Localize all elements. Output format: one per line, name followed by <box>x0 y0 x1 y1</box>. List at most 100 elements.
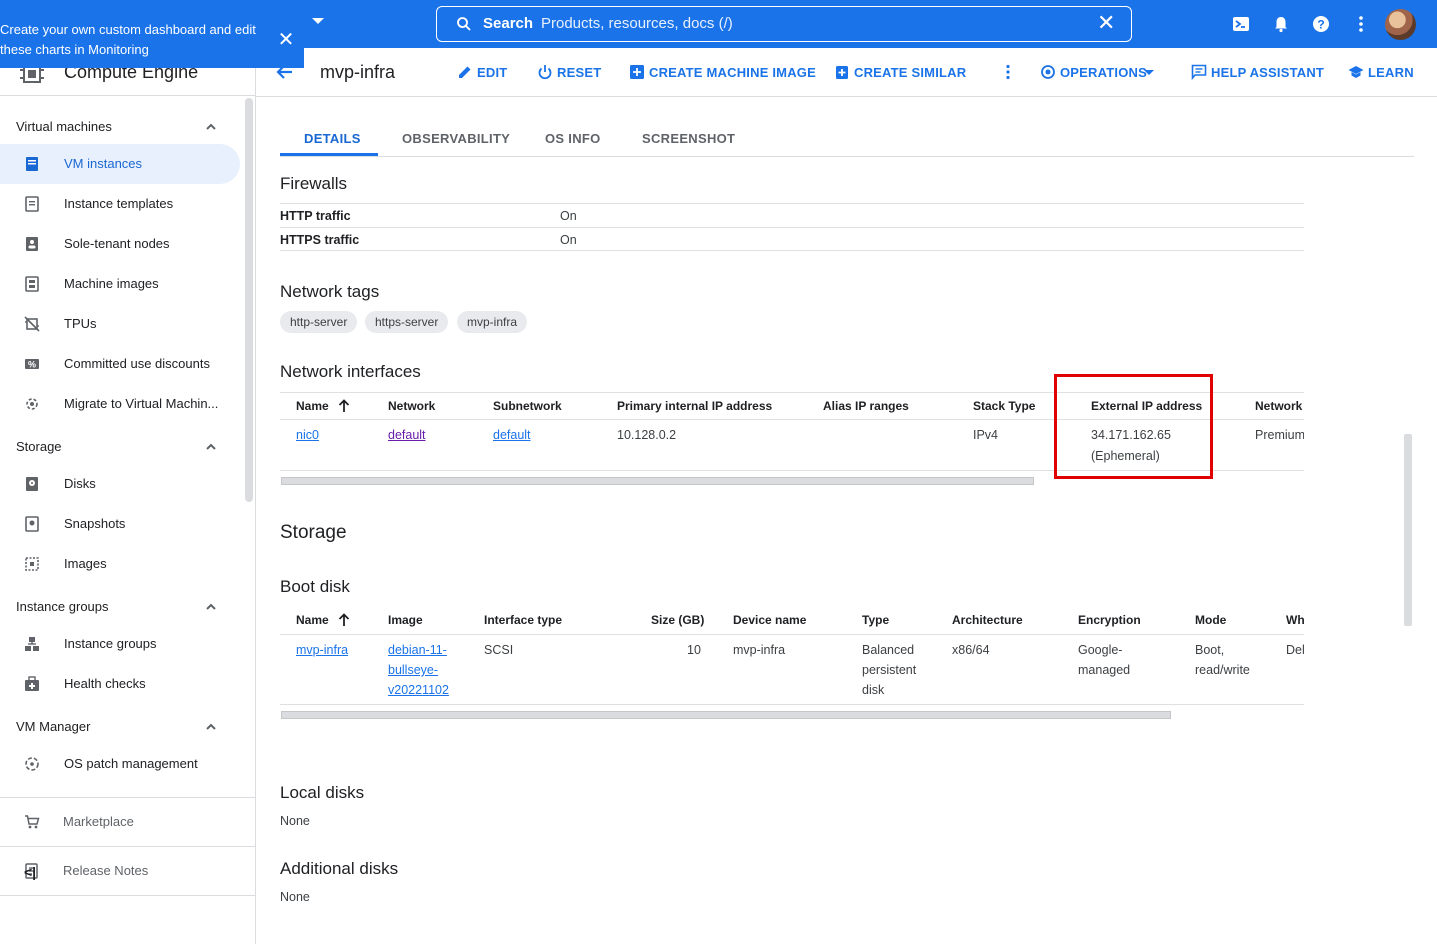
arrow-up-icon[interactable] <box>338 399 350 413</box>
sidebar-item-health-checks[interactable]: Health checks <box>0 664 240 704</box>
svg-text:%: % <box>28 360 36 370</box>
horizontal-scrollbar[interactable] <box>281 711 1171 719</box>
tooltip-text: Create your own custom dashboard and edi… <box>0 22 256 57</box>
sidebar-item-instance-groups[interactable]: Instance groups <box>0 624 240 664</box>
vertical-scrollbar[interactable] <box>1404 434 1412 626</box>
column-header-name[interactable]: Name <box>296 613 329 627</box>
sidebar-item-label: Disks <box>64 476 96 491</box>
operations-icon <box>1041 65 1055 79</box>
section-vm-manager[interactable]: VM Manager <box>16 719 90 734</box>
edit-button[interactable]: EDIT <box>457 64 517 82</box>
reset-label: RESET <box>557 65 602 80</box>
chevron-up-icon[interactable] <box>204 120 218 134</box>
help-assistant-button[interactable]: HELP ASSISTANT <box>1191 64 1324 82</box>
template-icon <box>25 196 39 212</box>
column-header-name[interactable]: Name <box>296 399 329 413</box>
create-similar-button[interactable]: CREATE SIMILAR <box>834 64 966 82</box>
learn-button[interactable]: LEARN <box>1348 64 1418 82</box>
sidebar-item-label: Instance templates <box>64 196 174 211</box>
sidebar-item-committed-use-discounts[interactable]: % Committed use discounts <box>0 344 240 384</box>
encryption-value: managed <box>1078 663 1131 677</box>
disk-name-link[interactable]: mvp-infra <box>296 640 348 660</box>
migrate-icon <box>26 398 38 410</box>
section-virtual-machines[interactable]: Virtual machines <box>16 119 112 134</box>
sidebar-item-migrate-to-vms[interactable]: Migrate to Virtual Machin... <box>0 384 240 424</box>
snapshot-icon <box>25 516 39 532</box>
section-storage[interactable]: Storage <box>16 439 62 454</box>
sidebar-item-vm-instances[interactable]: VM instances <box>0 144 240 184</box>
column-header-image: Image <box>388 613 423 627</box>
tab-os-info[interactable]: OS INFO <box>545 131 601 146</box>
sidebar-item-label: Health checks <box>64 676 146 691</box>
marketplace-link[interactable]: Marketplace <box>0 798 255 846</box>
close-icon[interactable]: ✕ <box>276 30 296 50</box>
nic-link[interactable]: nic0 <box>296 425 319 445</box>
firewall-key: HTTPS traffic <box>280 233 360 247</box>
sidebar-item-label: TPUs <box>64 316 97 331</box>
interface-type-value: SCSI <box>484 643 514 657</box>
network-tag-chip: mvp-infra <box>457 311 528 333</box>
sidebar-item-images[interactable]: Images <box>0 544 240 584</box>
image-link[interactable]: debian-11- <box>388 640 447 660</box>
sole-tenant-icon <box>26 237 38 251</box>
sidebar-item-snapshots[interactable]: Snapshots <box>0 504 240 544</box>
sidebar-item-machine-images[interactable]: Machine images <box>0 264 240 304</box>
firewall-value: On <box>560 209 577 223</box>
section-instance-groups[interactable]: Instance groups <box>16 599 109 614</box>
column-header-subnetwork: Subnetwork <box>493 399 562 413</box>
column-header-size: Size (GB) <box>651 613 705 627</box>
firewall-row: HTTP traffic On <box>280 203 1304 227</box>
sidebar-item-disks[interactable]: Disks <box>0 464 240 504</box>
tab-screenshot[interactable]: SCREENSHOT <box>642 131 735 146</box>
sidebar-item-sole-tenant-nodes[interactable]: Sole-tenant nodes <box>0 224 240 264</box>
stack-type-value: IPv4 <box>973 428 999 442</box>
storage-heading: Storage <box>280 522 347 543</box>
sidebar-item-instance-templates[interactable]: Instance templates <box>0 184 240 224</box>
chevron-down-icon[interactable] <box>1144 70 1154 75</box>
column-header-alias-ip: Alias IP ranges <box>823 399 909 413</box>
tab-details[interactable]: DETAILS <box>304 131 361 146</box>
search-input[interactable]: Search Products, resources, docs (/) ✕ <box>436 6 1132 42</box>
subnetwork-link[interactable]: default <box>493 425 531 445</box>
chevron-up-icon[interactable] <box>204 440 218 454</box>
cloud-shell-icon[interactable] <box>1231 14 1251 34</box>
sidebar-item-label: Migrate to Virtual Machin... <box>64 396 219 411</box>
firewall-value: On <box>560 233 577 247</box>
sidebar-item-os-patch-management[interactable]: OS patch management <box>0 744 240 784</box>
create-machine-image-button[interactable]: CREATE MACHINE IMAGE <box>629 64 816 82</box>
operations-dropdown[interactable]: OPERATIONS <box>1040 64 1160 82</box>
help-icon[interactable]: ? <box>1311 14 1331 34</box>
marketplace-label: Marketplace <box>63 814 134 829</box>
chevron-up-icon[interactable] <box>204 600 218 614</box>
avatar[interactable] <box>1385 9 1416 40</box>
discount-icon: % <box>25 359 39 370</box>
cart-icon <box>25 815 40 829</box>
reset-button[interactable]: RESET <box>537 64 607 82</box>
horizontal-scrollbar[interactable] <box>281 477 1034 485</box>
tab-observability[interactable]: OBSERVABILITY <box>402 131 510 146</box>
sidebar-item-tpus[interactable]: TPUs <box>0 304 240 344</box>
arrow-up-icon[interactable] <box>338 613 350 627</box>
more-vert-icon[interactable] <box>1351 14 1371 34</box>
network-link[interactable]: default <box>388 425 426 445</box>
sidebar-item-label: Snapshots <box>64 516 126 531</box>
health-check-icon <box>25 676 39 691</box>
chevron-down-icon[interactable] <box>312 18 324 24</box>
active-tab-indicator <box>280 153 378 156</box>
chevron-up-icon[interactable] <box>204 720 218 734</box>
notifications-icon[interactable] <box>1271 14 1291 34</box>
release-notes-link[interactable]: Release Notes <box>0 847 255 895</box>
more-vert-icon[interactable] <box>1000 64 1016 80</box>
firewall-key: HTTP traffic <box>280 209 351 223</box>
image-link[interactable]: bullseye- <box>388 660 438 680</box>
action-bar: mvp-infra EDIT RESET CREATE MACHINE IMAG… <box>256 48 1437 97</box>
patch-icon <box>25 757 39 771</box>
clear-search-icon[interactable]: ✕ <box>1097 12 1115 34</box>
collapse-sidebar-icon[interactable]: <| <box>24 864 36 880</box>
pencil-icon <box>459 66 471 78</box>
image-link[interactable]: v20221102 <box>388 680 449 700</box>
divider <box>280 704 1304 705</box>
sidebar-scrollbar[interactable] <box>245 98 253 502</box>
sidebar-item-label: OS patch management <box>64 756 198 771</box>
local-disks-value: None <box>280 814 310 828</box>
